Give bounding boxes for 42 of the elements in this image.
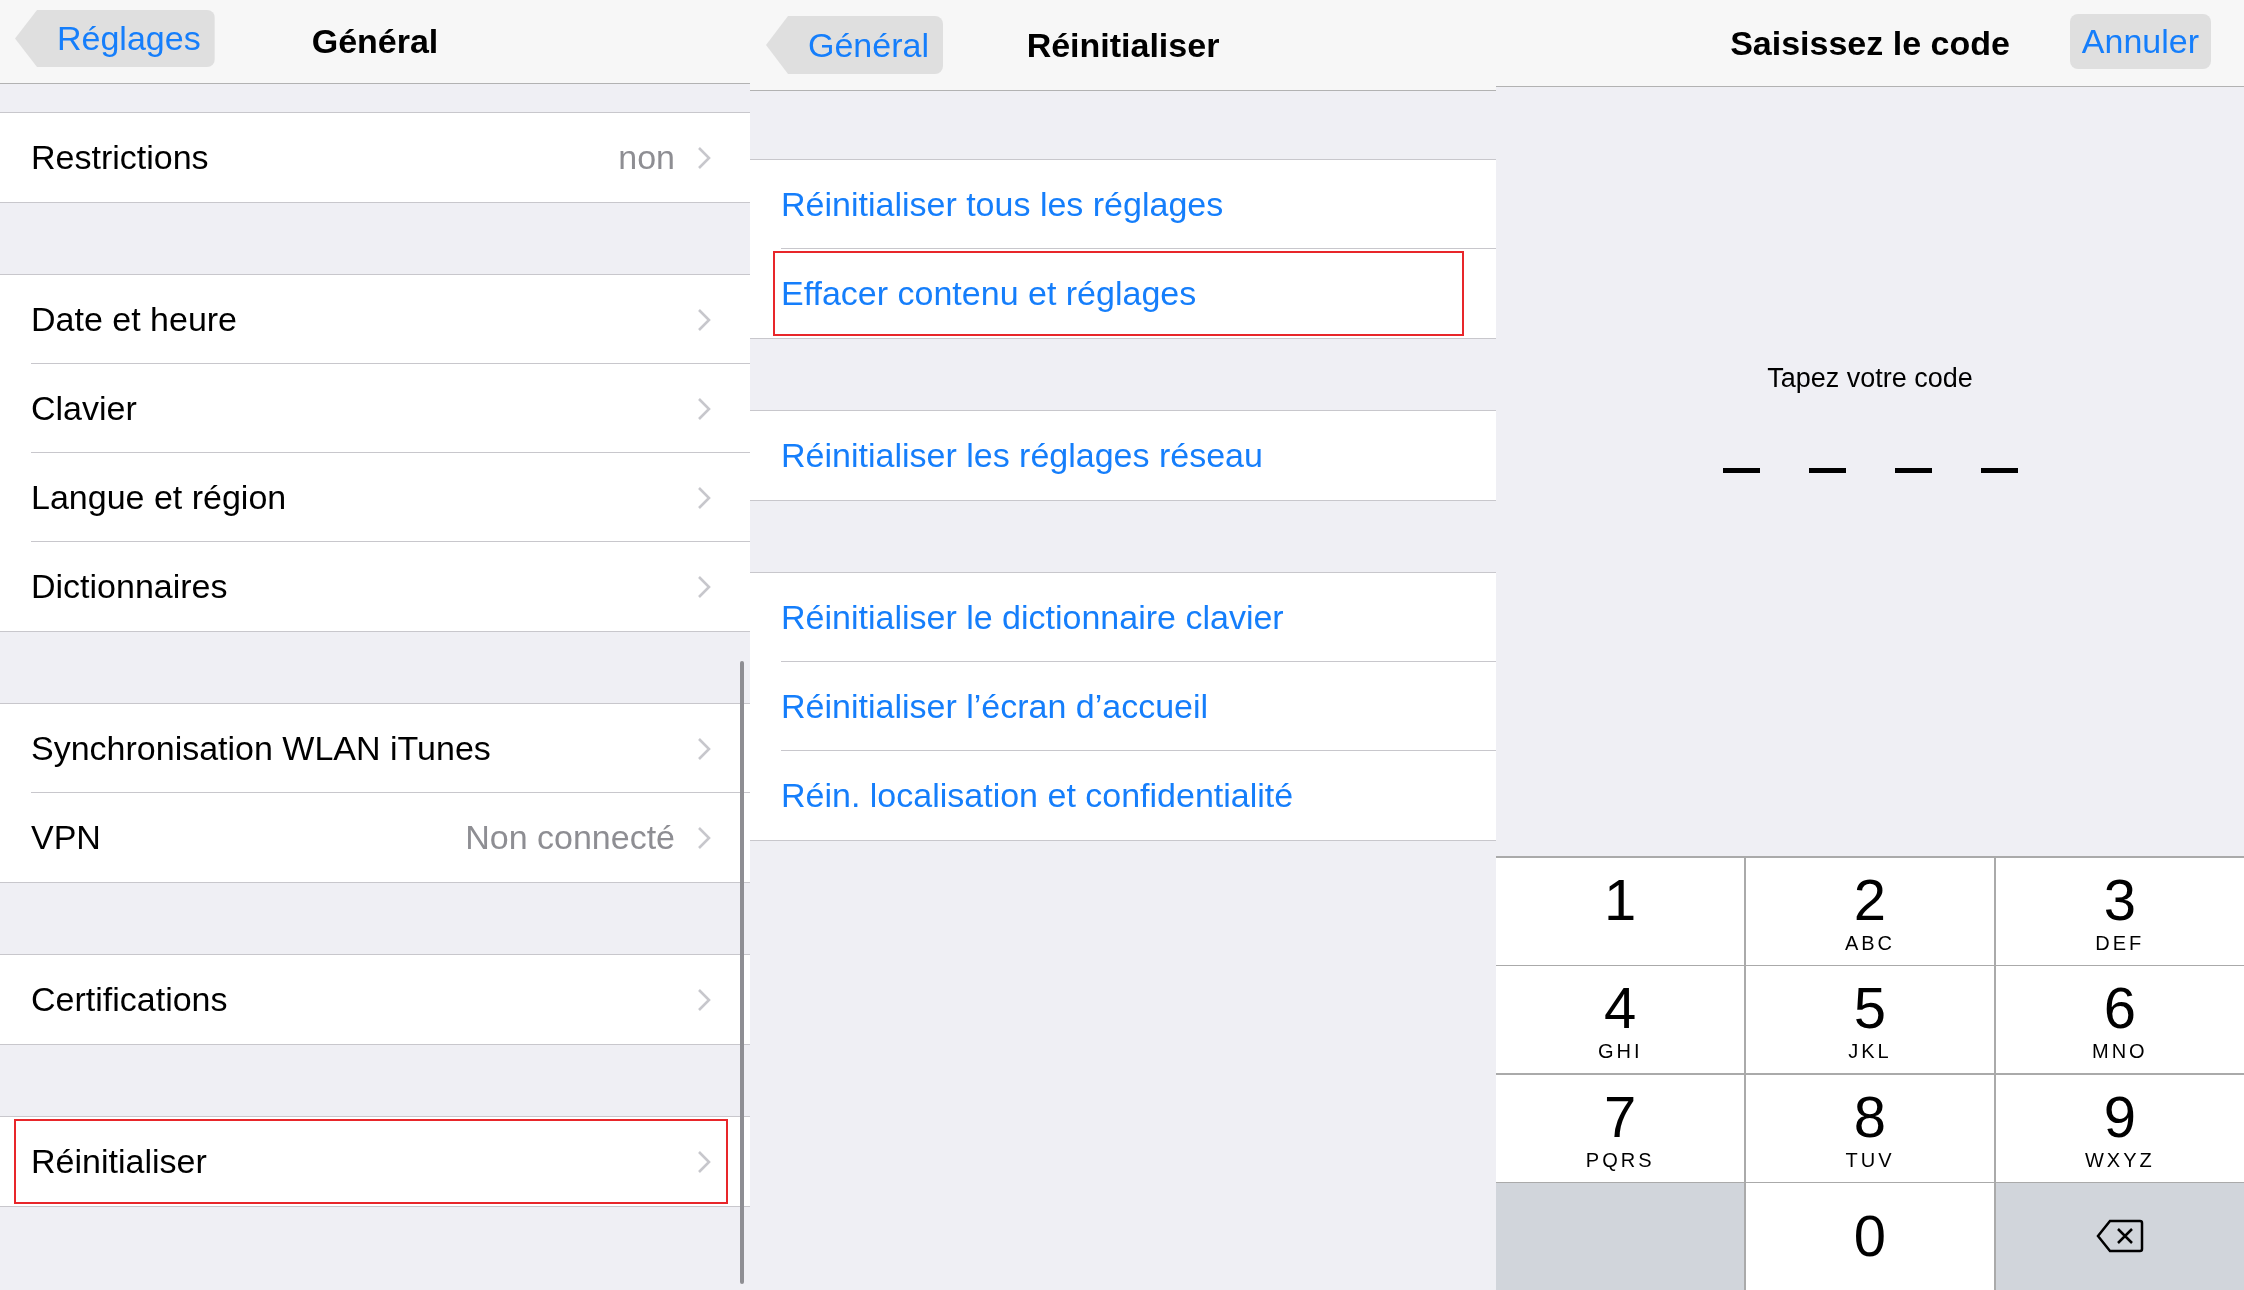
keypad-key[interactable]: 8 TUV <box>1745 1074 1995 1182</box>
settings-row[interactable]: Langue et région <box>0 453 750 542</box>
settings-row[interactable]: Date et heure <box>0 275 750 364</box>
nav-title: Général <box>311 22 439 61</box>
action-row[interactable]: Réin. localisation et confidentialité <box>750 751 1496 840</box>
settings-row[interactable]: Certifications <box>0 955 750 1044</box>
chevron-icon <box>697 1149 711 1174</box>
keypad-key[interactable]: 3 DEF <box>1995 857 2244 965</box>
keypad-key[interactable]: 0 <box>1745 1183 1995 1290</box>
keypad-key[interactable]: 6 MNO <box>1995 966 2244 1073</box>
settings-row[interactable]: Restrictions non <box>0 113 750 202</box>
action-row[interactable]: Réinitialiser tous les réglages <box>750 160 1496 249</box>
keypad-key[interactable]: 5 JKL <box>1745 966 1995 1073</box>
action-row[interactable]: Réinitialiser l’écran d’accueil <box>750 662 1496 751</box>
chevron-icon <box>697 396 711 421</box>
delete-key[interactable] <box>1995 1183 2244 1290</box>
action-row[interactable]: Effacer contenu et réglages <box>750 249 1496 338</box>
action-row[interactable]: Réinitialiser les réglages réseau <box>750 411 1496 500</box>
chevron-icon <box>697 485 711 510</box>
detail-value: non <box>618 138 675 177</box>
chevron-icon <box>697 574 711 599</box>
action-row[interactable]: Réinitialiser le dictionnaire clavier <box>750 573 1496 662</box>
settings-row[interactable]: Réinitialiser <box>0 1117 750 1206</box>
keypad-key[interactable]: 4 GHI <box>1496 966 1745 1073</box>
nav-title: Saisissez le code <box>1730 23 2010 63</box>
chevron-icon <box>697 825 711 850</box>
settings-row[interactable]: Synchronisation WLAN iTunes <box>0 704 750 793</box>
nav-title: Réinitialiser <box>1026 25 1220 65</box>
keypad-key[interactable]: 2 ABC <box>1745 857 1995 965</box>
detail-value: Non connecté <box>465 818 675 857</box>
settings-row[interactable]: Clavier <box>0 364 750 453</box>
keypad-key[interactable]: 7 PQRS <box>1496 1074 1745 1182</box>
chevron-icon <box>697 307 711 332</box>
settings-row[interactable]: VPN Non connecté <box>0 793 750 882</box>
chevron-icon <box>697 736 711 761</box>
backspace-icon <box>2095 1219 2144 1253</box>
keypad-key[interactable]: 1 <box>1496 857 1745 965</box>
chevron-icon <box>697 145 711 170</box>
keypad-key[interactable]: 9 WXYZ <box>1995 1074 2244 1182</box>
prompt-text: Tapez votre code <box>1767 363 1973 394</box>
chevron-icon <box>697 987 711 1012</box>
settings-row[interactable]: Dictionnaires <box>0 542 750 631</box>
